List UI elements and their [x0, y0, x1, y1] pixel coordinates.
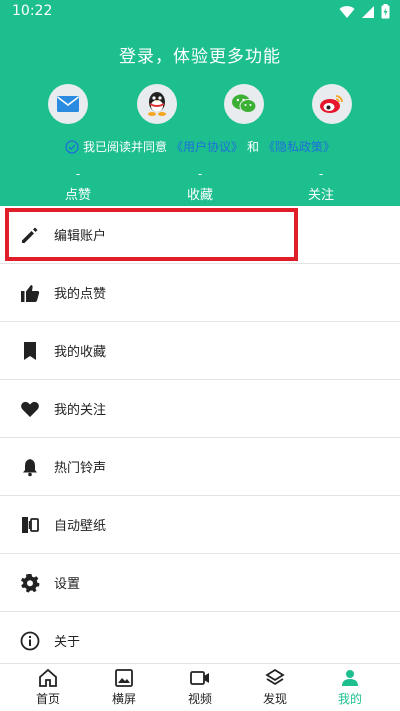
person-icon [342, 670, 358, 686]
status-bar: 10:22 [0, 0, 400, 24]
wifi-icon [339, 5, 355, 18]
home-icon [39, 668, 57, 687]
tab-landscape[interactable]: 横屏 [94, 668, 154, 707]
tab-home[interactable]: 首页 [18, 668, 78, 707]
info-icon [20, 631, 40, 650]
thumbs-up-icon [21, 284, 40, 302]
image-icon [115, 669, 133, 687]
menu-item-label: 热门铃声 [54, 461, 107, 476]
tab-label: 我的 [337, 692, 362, 706]
stat-likes[interactable]: - 点赞 [38, 168, 118, 203]
stat-following[interactable]: - 关注 [281, 168, 361, 203]
email-login-button[interactable] [48, 84, 88, 124]
menu-item-auto-wallpaper[interactable]: 自动壁纸 [0, 496, 400, 554]
agreement-text: 我已阅读并同意 [82, 140, 167, 154]
layers-icon [265, 668, 285, 686]
social-login-row [0, 84, 400, 128]
stat-favorites-count: - [197, 167, 203, 181]
checkbox-checked-icon[interactable] [65, 139, 79, 154]
menu-item-label: 我的关注 [54, 403, 107, 418]
stat-following-count: - [318, 167, 324, 181]
profile-header: 10:22 登录，体验更多功能 我已阅读并同意 《用户协议》 和 《隐私政策》 … [0, 0, 400, 206]
menu-item-my-likes[interactable]: 我的点赞 [0, 264, 400, 322]
video-icon [190, 671, 209, 685]
battery-icon [381, 4, 390, 19]
menu-item-label: 自动壁纸 [54, 519, 107, 534]
menu-item-ringtones[interactable]: 热门铃声 [0, 438, 400, 496]
tab-discover[interactable]: 发现 [245, 668, 305, 707]
menu-item-label: 关于 [54, 635, 81, 650]
agreement-row: 我已阅读并同意 《用户协议》 和 《隐私政策》 [0, 138, 400, 155]
status-icons [339, 4, 390, 19]
stat-favorites[interactable]: - 收藏 [160, 168, 240, 203]
wechat-icon [232, 94, 257, 113]
stat-likes-count: - [75, 167, 81, 181]
bell-icon [23, 458, 37, 476]
heart-icon [21, 401, 39, 417]
stat-favorites-label: 收藏 [186, 188, 213, 203]
agreement-and: 和 [247, 140, 260, 154]
tab-label: 首页 [35, 692, 60, 706]
menu-item-my-following[interactable]: 我的关注 [0, 380, 400, 438]
status-time: 10:22 [12, 3, 53, 19]
user-agreement-link[interactable]: 《用户协议》 [171, 138, 243, 155]
qq-login-button[interactable] [137, 84, 177, 124]
stat-likes-label: 点赞 [64, 188, 91, 203]
menu-item-label: 我的点赞 [54, 287, 107, 302]
profile-menu: 编辑账户 我的点赞 我的收藏 我的关注 热门铃声 自动壁纸 设置 关于 [0, 206, 400, 669]
tab-label: 视频 [187, 692, 212, 706]
wallpaper-icon [22, 516, 39, 533]
email-icon [57, 96, 79, 112]
menu-item-label: 设置 [54, 577, 81, 592]
tab-mine[interactable]: 我的 [320, 668, 380, 707]
weibo-icon [320, 95, 343, 113]
tab-label: 横屏 [111, 692, 136, 706]
tab-label: 发现 [262, 692, 287, 706]
bottom-nav: 首页 横屏 视频 发现 我的 [0, 663, 400, 711]
menu-item-about[interactable]: 关于 [0, 612, 400, 669]
stat-following-label: 关注 [307, 188, 334, 203]
signal-icon [362, 5, 374, 18]
bookmark-icon [24, 341, 36, 360]
privacy-policy-link[interactable]: 《隐私政策》 [263, 138, 335, 155]
menu-item-label: 我的收藏 [54, 345, 107, 360]
gear-icon [21, 573, 40, 593]
tab-video[interactable]: 视频 [170, 668, 230, 707]
weibo-login-button[interactable] [312, 84, 352, 124]
menu-item-settings[interactable]: 设置 [0, 554, 400, 612]
wechat-login-button[interactable] [224, 84, 264, 124]
login-prompt[interactable]: 登录，体验更多功能 [0, 42, 400, 67]
qq-icon [148, 92, 166, 116]
stats-row: - 点赞 - 收藏 - 关注 [0, 168, 400, 204]
highlight-box [5, 208, 298, 261]
menu-item-my-favorites[interactable]: 我的收藏 [0, 322, 400, 380]
